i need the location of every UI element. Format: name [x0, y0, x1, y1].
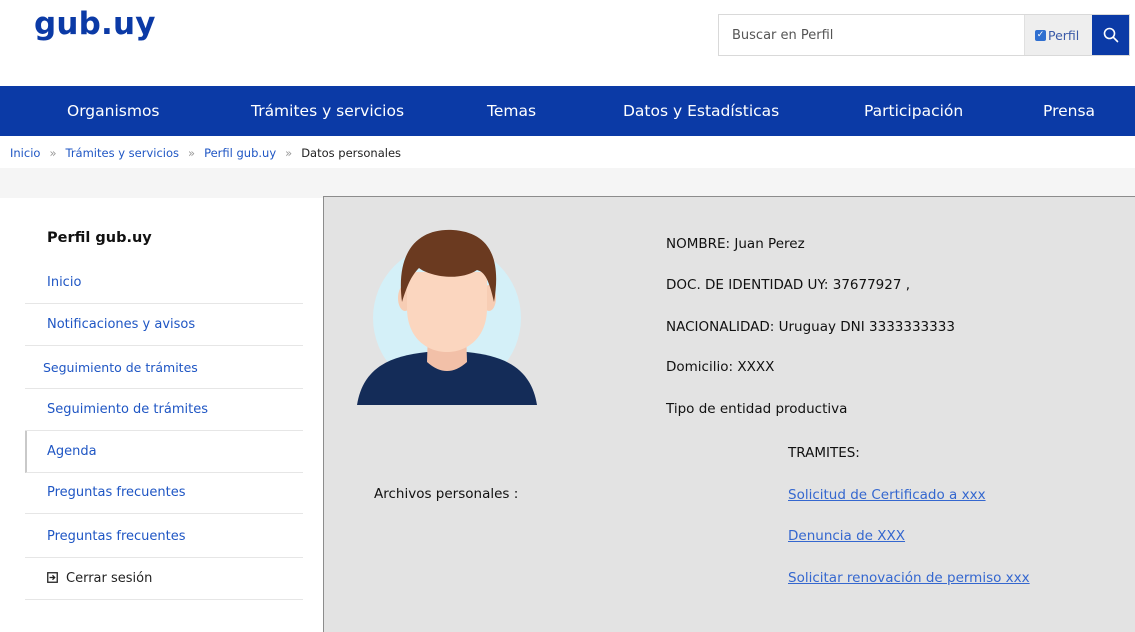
- tramite-link-denuncia[interactable]: Denuncia de XXX: [788, 528, 905, 544]
- search-button[interactable]: [1092, 15, 1129, 55]
- sidebar: Perfil gub.uy Inicio Notificaciones y av…: [25, 198, 303, 621]
- sidebar-item-seguimiento[interactable]: Seguimiento de trámites: [25, 347, 303, 389]
- profile-domicilio: Domicilio: XXXX: [666, 359, 775, 375]
- tramite-link-renovacion[interactable]: Solicitar renovación de permiso xxx: [788, 570, 1030, 586]
- site-logo[interactable]: gub.uy: [34, 6, 156, 42]
- search-input[interactable]: [719, 15, 1024, 55]
- nav-item-temas[interactable]: Temas: [487, 86, 536, 136]
- breadcrumb-separator: »: [285, 146, 293, 160]
- profile-nombre: NOMBRE: Juan Perez: [666, 236, 805, 252]
- breadcrumb-current: Datos personales: [301, 146, 402, 160]
- checkbox-checked-icon[interactable]: ✓: [1035, 29, 1046, 41]
- profile-tipo-entidad: Tipo de entidad productiva: [666, 401, 848, 417]
- sidebar-item-preguntas[interactable]: Preguntas frecuentes: [25, 472, 303, 514]
- archivos-personales-label: Archivos personales :: [374, 486, 519, 502]
- sidebar-item-seguimiento-2[interactable]: Seguimiento de trámites: [25, 389, 303, 431]
- sidebar-item-logout[interactable]: Cerrar sesión: [25, 558, 303, 600]
- search-bar: ✓ Perfil: [718, 14, 1130, 56]
- sidebar-item-notificaciones[interactable]: Notificaciones y avisos: [25, 304, 303, 346]
- sidebar-item-preguntas-2[interactable]: Preguntas frecuentes: [25, 516, 303, 558]
- nav-item-organismos[interactable]: Organismos: [67, 86, 160, 136]
- nav-item-participacion[interactable]: Participación: [864, 86, 963, 136]
- search-scope-label: Perfil: [1048, 27, 1080, 43]
- tramite-link-certificado[interactable]: Solicitud de Certificado a xxx: [788, 487, 986, 503]
- sidebar-item-agenda[interactable]: Agenda: [25, 431, 303, 473]
- logout-icon: [47, 572, 58, 583]
- search-scope-filter[interactable]: ✓ Perfil: [1024, 15, 1094, 55]
- profile-nacionalidad: NACIONALIDAD: Uruguay DNI 3333333333: [666, 319, 955, 335]
- logout-label: Cerrar sesión: [66, 571, 153, 586]
- profile-documento: DOC. DE IDENTIDAD UY: 37677927 ,: [666, 277, 911, 293]
- tramites-title: TRAMITES:: [788, 445, 860, 461]
- sidebar-item-inicio[interactable]: Inicio: [25, 262, 303, 304]
- breadcrumb-inicio[interactable]: Inicio: [10, 146, 40, 160]
- main-nav: Organismos Trámites y servicios Temas Da…: [0, 86, 1135, 136]
- search-icon: [1103, 27, 1118, 43]
- breadcrumb: Inicio » Trámites y servicios » Perfil gub.u…: [10, 146, 401, 160]
- breadcrumb-tramites[interactable]: Trámites y servicios: [65, 146, 179, 160]
- profile-panel: NOMBRE: Juan Perez DOC. DE IDENTIDAD UY:…: [323, 196, 1135, 632]
- breadcrumb-perfil[interactable]: Perfil gub.uy: [204, 146, 276, 160]
- nav-item-datos[interactable]: Datos y Estadísticas: [623, 86, 779, 136]
- nav-item-prensa[interactable]: Prensa: [1043, 86, 1095, 136]
- breadcrumb-separator: »: [188, 146, 196, 160]
- user-avatar-icon: [357, 229, 537, 405]
- site-header: gub.uy ✓ Perfil: [0, 0, 1135, 86]
- section-divider: [0, 168, 1135, 198]
- nav-item-tramites[interactable]: Trámites y servicios: [251, 86, 404, 136]
- breadcrumb-separator: »: [49, 146, 57, 160]
- sidebar-title: Perfil gub.uy: [47, 230, 152, 246]
